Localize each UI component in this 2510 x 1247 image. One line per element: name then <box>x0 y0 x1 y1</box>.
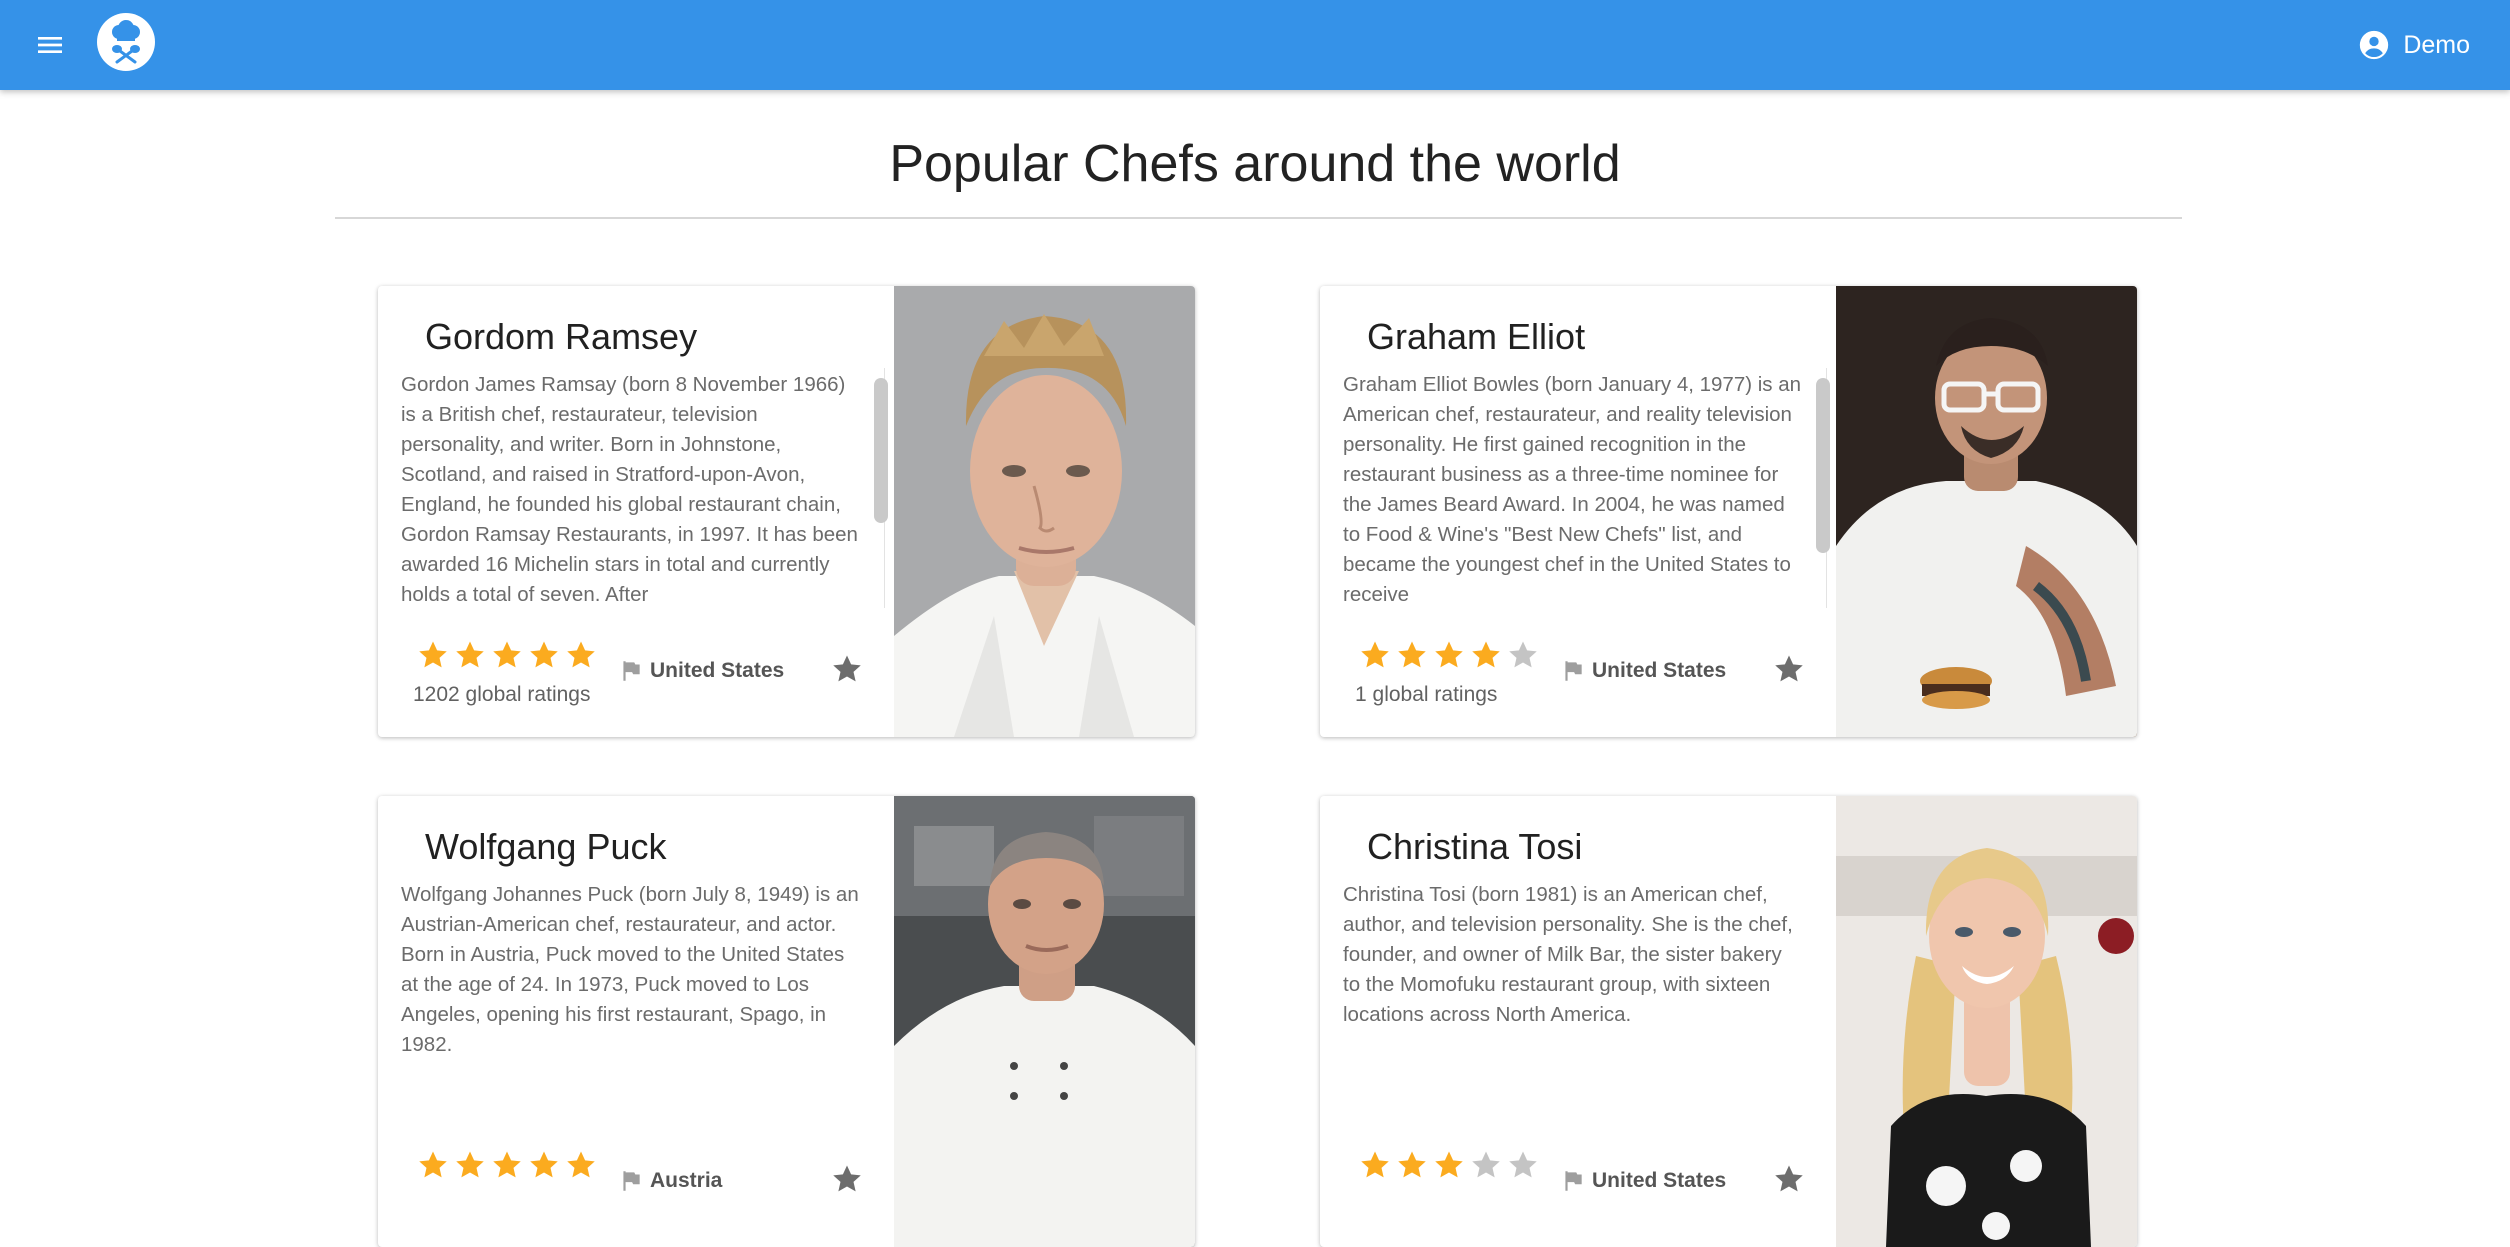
star-filled-icon[interactable] <box>416 638 450 672</box>
favorite-star-button[interactable] <box>825 647 869 691</box>
flag-icon <box>623 661 640 681</box>
star-filled-icon[interactable] <box>1358 638 1392 672</box>
user-name: Demo <box>2403 30 2470 59</box>
star-empty-icon[interactable] <box>1506 638 1540 672</box>
account-circle-icon <box>2360 30 2389 60</box>
ratings-count: 1 global ratings <box>1355 683 1498 706</box>
favorite-star-button[interactable] <box>1767 647 1811 691</box>
star-icon <box>833 1165 861 1192</box>
country-name: United States <box>1592 659 1727 682</box>
app-bar: Demo <box>0 0 2510 90</box>
chef-bio: Wolfgang Johannes Puck (born July 8, 194… <box>401 883 859 1056</box>
bio-scrollbar-thumb[interactable] <box>874 378 888 523</box>
country-name: United States <box>650 659 785 682</box>
star-filled-icon[interactable] <box>1432 1148 1466 1182</box>
country-label: Austria <box>618 1168 722 1194</box>
star-filled-icon[interactable] <box>1395 638 1429 672</box>
chef-bio: Gordon James Ramsay (born 8 November 196… <box>401 373 858 606</box>
chef-card-wolfgang-puck: Wolfgang Puck Wolfgang Johannes Puck (bo… <box>378 796 1195 1247</box>
chef-card-gordon-ramsay: Gordom Ramsey Gordon James Ramsay (born … <box>378 286 1195 737</box>
star-filled-icon[interactable] <box>490 1148 524 1182</box>
star-rating[interactable] <box>1358 1148 1540 1182</box>
ratings-count: 1202 global ratings <box>413 683 591 706</box>
country-label: United States <box>618 658 784 684</box>
star-icon <box>1775 655 1803 682</box>
flag-icon <box>1565 1171 1582 1191</box>
star-filled-icon[interactable] <box>527 638 561 672</box>
bio-scrollbar-thumb[interactable] <box>1816 378 1830 553</box>
star-filled-icon[interactable] <box>453 638 487 672</box>
star-filled-icon[interactable] <box>564 1148 598 1182</box>
chef-photo <box>1836 286 2137 737</box>
star-filled-icon[interactable] <box>490 638 524 672</box>
star-filled-icon[interactable] <box>453 1148 487 1182</box>
star-rating[interactable] <box>416 638 598 672</box>
favorite-star-button[interactable] <box>1767 1157 1811 1201</box>
favorite-star-button[interactable] <box>825 1157 869 1201</box>
star-empty-icon[interactable] <box>1506 1148 1540 1182</box>
country-name: United States <box>1592 1169 1727 1192</box>
star-filled-icon[interactable] <box>416 1148 450 1182</box>
star-filled-icon[interactable] <box>1469 638 1503 672</box>
star-filled-icon[interactable] <box>1358 1148 1392 1182</box>
chef-card-christina-tosi: Christina Tosi Christina Tosi (born 1981… <box>1320 796 2137 1247</box>
star-filled-icon[interactable] <box>564 638 598 672</box>
star-filled-icon[interactable] <box>1395 1148 1429 1182</box>
chef-photo <box>894 796 1195 1247</box>
star-filled-icon[interactable] <box>527 1148 561 1182</box>
chef-name: Wolfgang Puck <box>425 826 667 867</box>
star-icon <box>1775 1165 1803 1192</box>
user-account-button[interactable]: Demo <box>2357 22 2470 68</box>
chef-photo <box>894 286 1195 737</box>
star-empty-icon[interactable] <box>1469 1148 1503 1182</box>
flag-icon <box>1565 661 1582 681</box>
page-title: Popular Chefs around the world <box>889 135 1621 193</box>
chef-card-graham-elliot: Graham Elliot Graham Elliot Bowles (born… <box>1320 286 2137 737</box>
country-name: Austria <box>650 1169 723 1192</box>
star-icon <box>833 655 861 682</box>
country-label: United States <box>1560 1168 1726 1194</box>
star-rating[interactable] <box>416 1148 598 1182</box>
chef-name: Gordom Ramsey <box>425 316 698 357</box>
flag-icon <box>623 1171 640 1191</box>
title-divider <box>335 217 2182 219</box>
chef-name: Christina Tosi <box>1367 826 1583 867</box>
chef-bio: Christina Tosi (born 1981) is an America… <box>1343 883 1793 1026</box>
chef-photo <box>1836 796 2137 1247</box>
chef-name: Graham Elliot <box>1367 316 1586 357</box>
chef-bio: Graham Elliot Bowles (born January 4, 19… <box>1343 373 1802 606</box>
menu-icon[interactable] <box>26 21 74 69</box>
chef-hat-logo-icon[interactable] <box>97 13 155 71</box>
star-rating[interactable] <box>1358 638 1540 672</box>
country-label: United States <box>1560 658 1726 684</box>
star-filled-icon[interactable] <box>1432 638 1466 672</box>
